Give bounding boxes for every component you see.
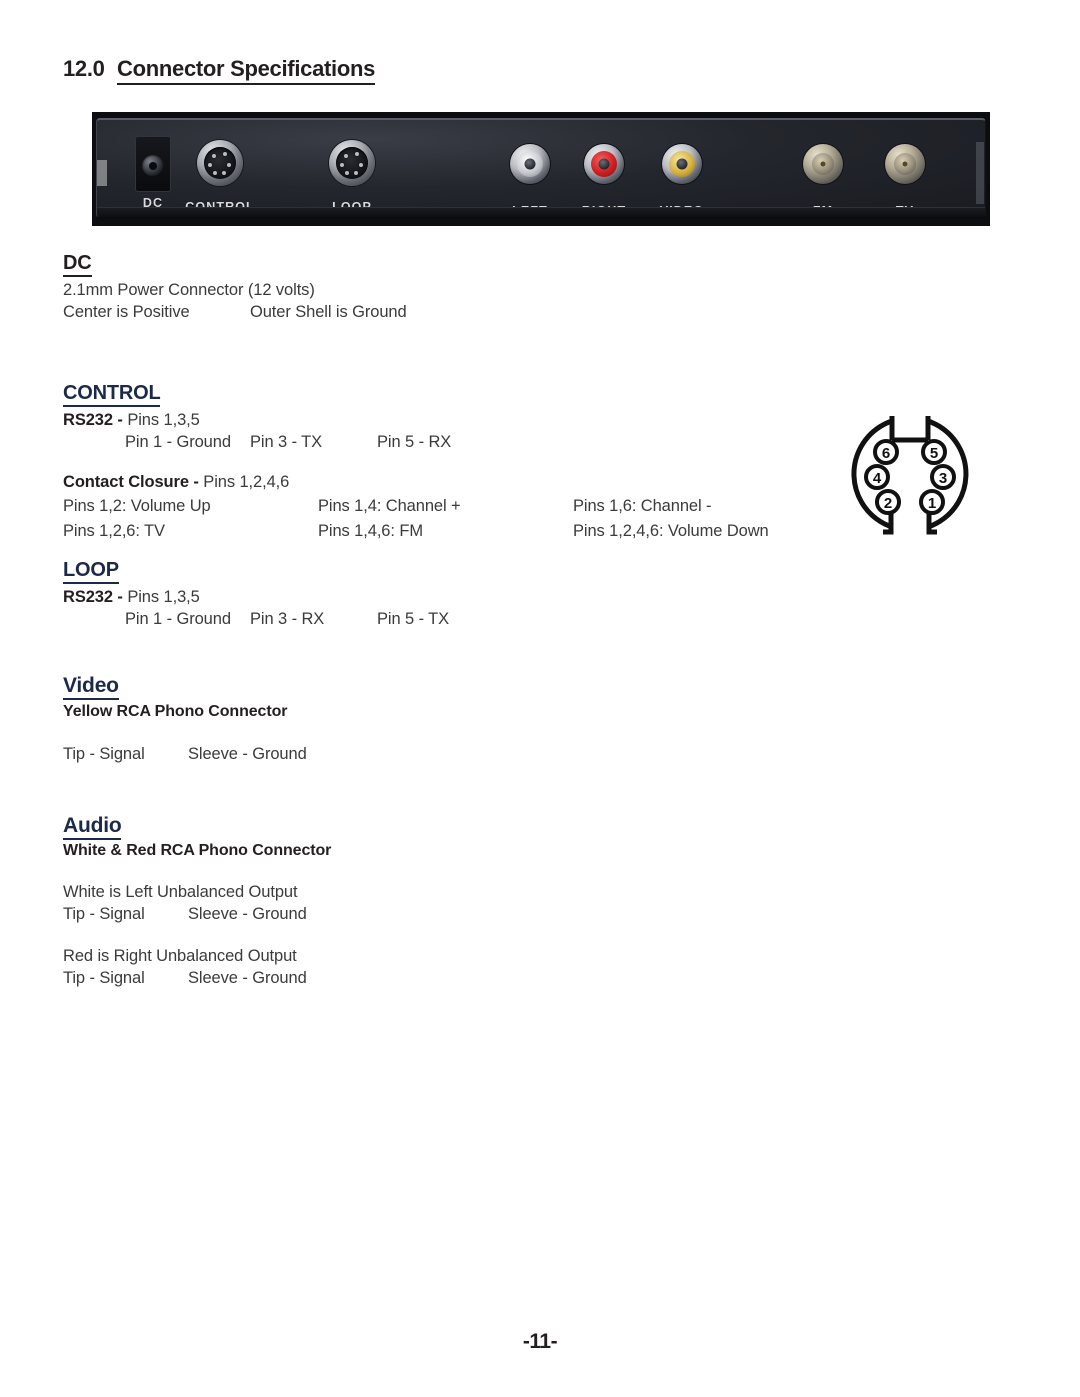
dc-outer-shell-ground: Outer Shell is Ground (250, 303, 407, 321)
device-rear-panel-image: DC CONTROL LOOP LEFT RIGHT VIDEO FM TV (92, 112, 990, 226)
rca-jack-icon-video (662, 144, 702, 184)
port-label-dc: DC (142, 196, 164, 210)
port-label-loop: LOOP (332, 200, 372, 214)
audio-white-output: White is Left Unbalanced Output (63, 883, 298, 901)
pin-number-4: 4 (873, 470, 882, 487)
cc-cell: Pins 1,2: Volume Up (63, 497, 211, 515)
control-pin5: Pin 5 - RX (377, 433, 452, 451)
rca-jack-icon-left (510, 144, 550, 184)
heading-audio-text: Audio (63, 814, 122, 841)
device-chassis: DC CONTROL LOOP LEFT RIGHT VIDEO FM TV (96, 118, 986, 218)
control-pin3: Pin 3 - TX (250, 433, 323, 451)
page-number: -11- (522, 1330, 558, 1353)
port-label-tv: TV (895, 204, 915, 218)
loop-pin5: Pin 5 - TX (377, 610, 450, 628)
contact-closure-table: Pins 1,2: Volume Up Pins 1,4: Channel + … (63, 497, 769, 541)
rca-jack-icon-right (584, 144, 624, 184)
page-title: Connector Specifications (117, 56, 375, 85)
control-contact-label: Contact Closure - (63, 473, 199, 491)
document-page: 12.0 Connector Specifications DC CONTROL… (0, 0, 1080, 1397)
heading-control-text: CONTROL (63, 383, 161, 407)
control-contact-closure-line: Contact Closure - Pins 1,2,4,6 (63, 473, 289, 492)
pin-number-1: 1 (928, 495, 936, 512)
control-rs232-line: RS232 - Pins 1,3,5 (63, 411, 200, 430)
mini-din-6-pinout-diagram: 6 5 4 3 2 1 (845, 414, 975, 536)
f-connector-icon-tv (885, 144, 925, 184)
loop-rs232-line: RS232 - Pins 1,3,5 (63, 588, 200, 607)
audio-white-tip: Tip - Signal (63, 905, 145, 923)
loop-pin3: Pin 3 - RX (250, 610, 325, 628)
cc-cell: Pins 1,4,6: FM (318, 522, 423, 540)
port-label-right: RIGHT (581, 204, 627, 218)
cc-cell: Pins 1,2,4,6: Volume Down (573, 522, 769, 540)
mini-din-6-icon-loop (329, 140, 375, 186)
barrel-power-jack-icon (135, 136, 171, 192)
heading-loop-text: LOOP (63, 560, 119, 584)
control-rs232-pins: Pins 1,3,5 (122, 411, 200, 429)
pin-number-6: 6 (882, 445, 890, 462)
heading-dc: DC (63, 253, 92, 277)
section-number: 12.0 (63, 56, 105, 81)
video-connector-subheading: Yellow RCA Phono Connector (63, 703, 288, 720)
port-label-left: LEFT (512, 204, 548, 218)
audio-red-tip: Tip - Signal (63, 969, 145, 987)
heading-control: CONTROL (63, 383, 161, 407)
heading-dc-text: DC (63, 253, 92, 277)
chassis-left-edge (97, 160, 107, 186)
dc-power-connector-line: 2.1mm Power Connector (12 volts) (63, 281, 315, 299)
dc-center-positive: Center is Positive (63, 303, 190, 321)
cc-cell: Pins 1,4: Channel + (318, 497, 461, 515)
audio-connector-subheading: White & Red RCA Phono Connector (63, 842, 332, 859)
cc-cell: Pins 1,6: Channel - (573, 497, 712, 515)
heading-video-text: Video (63, 674, 119, 701)
f-connector-icon-fm (803, 144, 843, 184)
pin-number-5: 5 (930, 445, 938, 462)
pin-number-3: 3 (939, 470, 947, 487)
control-rs232-label: RS232 - (63, 411, 123, 429)
chassis-right-edge (976, 142, 984, 204)
port-label-control: CONTROL (185, 200, 255, 214)
audio-red-output: Red is Right Unbalanced Output (63, 947, 297, 965)
cc-cell: Pins 1,2,6: TV (63, 522, 165, 540)
control-contact-pins: Pins 1,2,4,6 (198, 473, 290, 491)
audio-red-sleeve: Sleeve - Ground (188, 969, 307, 987)
heading-audio: Audio (63, 814, 122, 841)
pin-number-2: 2 (884, 495, 892, 512)
video-sleeve: Sleeve - Ground (188, 745, 307, 763)
heading-loop: LOOP (63, 560, 119, 584)
audio-white-sleeve: Sleeve - Ground (188, 905, 307, 923)
control-pin1: Pin 1 - Ground (125, 433, 231, 451)
port-label-fm: FM (812, 204, 834, 218)
mini-din-6-icon-control (197, 140, 243, 186)
loop-pin1: Pin 1 - Ground (125, 610, 231, 628)
loop-rs232-label: RS232 - (63, 588, 123, 606)
loop-rs232-pins: Pins 1,3,5 (122, 588, 200, 606)
port-label-video: VIDEO (659, 204, 705, 218)
video-tip: Tip - Signal (63, 745, 145, 763)
heading-video: Video (63, 674, 119, 701)
